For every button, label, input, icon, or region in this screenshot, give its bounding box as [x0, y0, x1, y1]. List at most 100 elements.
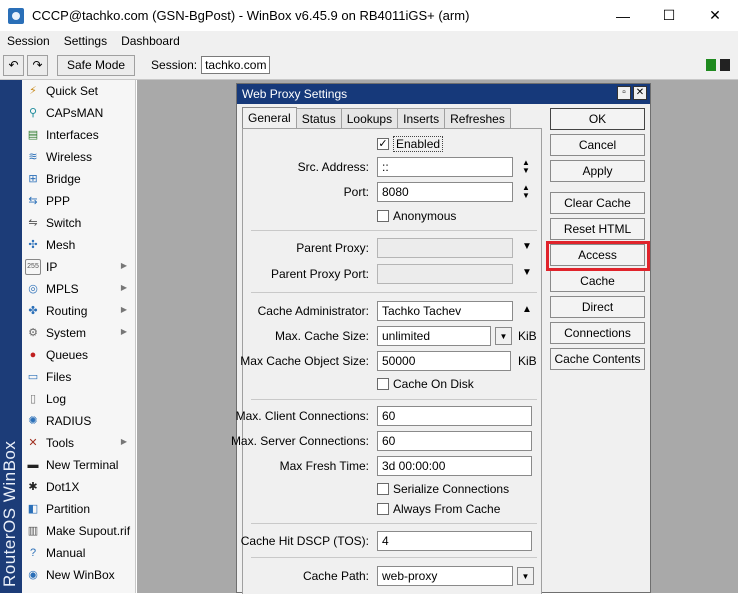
parent-proxy-dropdown-icon[interactable]: ▼	[522, 241, 532, 252]
always-from-cache-checkbox-box[interactable]	[377, 503, 389, 515]
sidebar-item-label: Interfaces	[46, 128, 99, 142]
connections-button[interactable]: Connections	[550, 322, 645, 344]
sidebar-item-ppp[interactable]: ⇆ PPP	[22, 190, 135, 212]
port-input[interactable]: 8080	[377, 182, 513, 202]
sidebar-item-partition[interactable]: ◧ Partition	[22, 498, 135, 520]
cache-administrator-collapse-icon[interactable]: ▲	[522, 304, 532, 315]
sidebar-item-wireless[interactable]: ≋ Wireless	[22, 146, 135, 168]
sidebar-item-manual[interactable]: ? Manual	[22, 542, 135, 564]
sidebar-item-dot1x[interactable]: ✱ Dot1X	[22, 476, 135, 498]
sidebar-item-label: Log	[46, 392, 67, 406]
max-cache-object-size-input[interactable]: 50000	[377, 351, 511, 371]
parent-proxy-input[interactable]	[377, 238, 513, 258]
terminal-icon: ▬	[27, 459, 39, 471]
sidebar-item-interfaces[interactable]: ▤ Interfaces	[22, 124, 135, 146]
enabled-checkbox-box[interactable]: ✓	[377, 138, 389, 150]
max-server-connections-label: Max. Server Connections:	[230, 434, 369, 448]
tab-inserts[interactable]: Inserts	[397, 108, 446, 128]
ok-button[interactable]: OK	[550, 108, 645, 130]
sidebar-item-switch[interactable]: ⇋ Switch	[22, 212, 135, 234]
serialize-connections-label: Serialize Connections	[393, 482, 510, 496]
sidebar-item-log[interactable]: ▯ Log	[22, 388, 135, 410]
dialog-restore-icon[interactable]: ▫	[617, 86, 631, 100]
cache-administrator-row: Cache Administrator: Tachko Tachev ▲	[243, 301, 543, 321]
cache-button[interactable]: Cache	[550, 270, 645, 292]
sidebar-item-system[interactable]: ⚙ System ▶	[22, 322, 135, 344]
minimize-button[interactable]: —	[600, 0, 646, 31]
tab-refreshes[interactable]: Refreshes	[444, 108, 511, 128]
cancel-button[interactable]: Cancel	[550, 134, 645, 156]
max-server-connections-input[interactable]: 60	[377, 431, 532, 451]
always-from-cache-checkbox[interactable]: Always From Cache	[377, 500, 500, 518]
max-cache-size-input[interactable]: unlimited	[377, 326, 491, 346]
cache-hit-dscp-row: Cache Hit DSCP (TOS): 4	[240, 531, 543, 551]
reset-html-button[interactable]: Reset HTML	[550, 218, 645, 240]
undo-button[interactable]: ↶	[3, 54, 24, 76]
cache-hit-dscp-label: Cache Hit DSCP (TOS):	[240, 534, 369, 548]
src-address-input[interactable]: ::	[377, 157, 513, 177]
maximize-button[interactable]: ☐	[646, 0, 692, 31]
max-fresh-time-input[interactable]: 3d 00:00:00	[377, 456, 532, 476]
menu-session[interactable]: Session	[0, 34, 57, 48]
serialize-connections-checkbox[interactable]: Serialize Connections	[377, 480, 509, 498]
max-client-connections-input[interactable]: 60	[377, 406, 532, 426]
sidebar-item-bridge[interactable]: ⊞ Bridge	[22, 168, 135, 190]
sidebar-item-mpls[interactable]: ◎ MPLS ▶	[22, 278, 135, 300]
safe-mode-button[interactable]: Safe Mode	[57, 54, 136, 76]
sidebar-item-files[interactable]: ▭ Files	[22, 366, 135, 388]
sidebar-item-new-winbox[interactable]: ◉ New WinBox	[22, 564, 135, 586]
quick-set-icon: ⚡	[29, 85, 37, 97]
apply-button[interactable]: Apply	[550, 160, 645, 182]
cache-on-disk-checkbox-box[interactable]	[377, 378, 389, 390]
sidebar-item-queues[interactable]: ● Queues	[22, 344, 135, 366]
tab-lookups[interactable]: Lookups	[340, 108, 399, 128]
sidebar-item-label: MPLS	[46, 282, 79, 296]
sidebar-item-label: New WinBox	[46, 568, 115, 582]
sidebar-item-label: Partition	[46, 502, 91, 516]
parent-proxy-port-input[interactable]	[377, 264, 513, 284]
cache-path-dropdown-icon[interactable]: ▼	[517, 567, 534, 585]
interfaces-icon: ▤	[27, 129, 39, 141]
anonymous-checkbox[interactable]: Anonymous	[377, 207, 456, 225]
log-icon: ▯	[29, 393, 37, 405]
src-address-spinner-icon[interactable]: ▲ ▼	[522, 159, 530, 175]
window-controls: — ☐ ✕	[600, 0, 738, 31]
cache-on-disk-checkbox[interactable]: Cache On Disk	[377, 375, 474, 393]
port-spinner-icon[interactable]: ▲ ▼	[522, 184, 530, 200]
max-cache-object-size-label: Max Cache Object Size:	[240, 354, 369, 368]
sidebar-item-make-supout-rif[interactable]: ▥ Make Supout.rif	[22, 520, 135, 542]
cache-hit-dscp-input[interactable]: 4	[377, 531, 532, 551]
direct-button[interactable]: Direct	[550, 296, 645, 318]
cache-contents-button[interactable]: Cache Contents	[550, 348, 645, 370]
partition-icon: ◧	[27, 503, 39, 515]
clear-cache-button[interactable]: Clear Cache	[550, 192, 645, 214]
close-button[interactable]: ✕	[692, 0, 738, 31]
parent-proxy-port-dropdown-icon[interactable]: ▼	[522, 267, 532, 278]
sidebar-item-tools[interactable]: ✕ Tools ▶	[22, 432, 135, 454]
sidebar-item-quick-set[interactable]: ⚡ Quick Set	[22, 80, 135, 102]
session-field[interactable]: tachko.com	[201, 56, 271, 74]
sidebar-item-new-terminal[interactable]: ▬ New Terminal	[22, 454, 135, 476]
src-address-row: Src. Address: :: ▲ ▼	[243, 157, 543, 177]
dialog-close-icon[interactable]: ✕	[633, 86, 647, 100]
always-from-cache-label: Always From Cache	[393, 502, 501, 516]
max-cache-size-dropdown-icon[interactable]: ▼	[495, 327, 512, 345]
tab-general[interactable]: General	[242, 107, 297, 128]
menu-settings[interactable]: Settings	[57, 34, 114, 48]
sidebar-item-mesh[interactable]: ✣ Mesh	[22, 234, 135, 256]
redo-button[interactable]: ↷	[27, 54, 48, 76]
enabled-checkbox[interactable]: ✓ Enabled	[377, 135, 444, 153]
max-cache-size-label: Max. Cache Size:	[274, 329, 369, 343]
port-label: Port:	[343, 185, 369, 199]
sidebar-item-routing[interactable]: ✤ Routing ▶	[22, 300, 135, 322]
general-tab-panel: ✓ Enabled Src. Address: :: ▲ ▼ Port: 8080…	[231, 128, 543, 594]
tab-status[interactable]: Status	[295, 108, 342, 128]
sidebar-item-ip[interactable]: 255 IP ▶	[22, 256, 135, 278]
sidebar-item-capsman[interactable]: ⚲ CAPsMAN	[22, 102, 135, 124]
menu-dashboard[interactable]: Dashboard	[114, 34, 187, 48]
anonymous-checkbox-box[interactable]	[377, 210, 389, 222]
serialize-connections-checkbox-box[interactable]	[377, 483, 389, 495]
sidebar-item-radius[interactable]: ✺ RADIUS	[22, 410, 135, 432]
cache-administrator-input[interactable]: Tachko Tachev	[377, 301, 513, 321]
cache-path-input[interactable]: web-proxy	[377, 566, 513, 586]
